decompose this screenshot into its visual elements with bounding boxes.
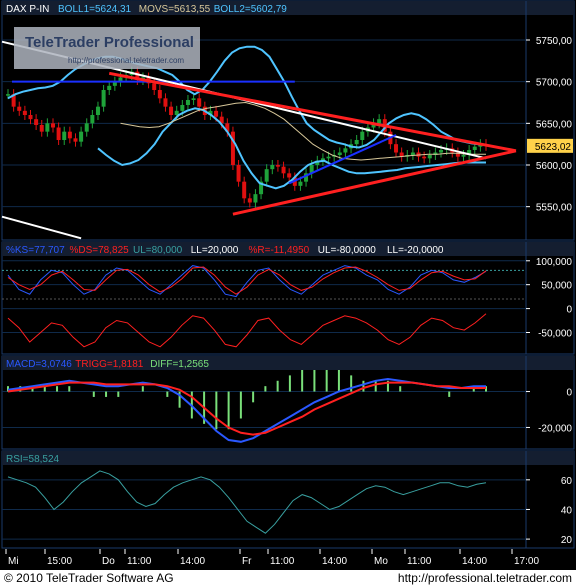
price-candle (45, 123, 50, 132)
price-legend-0: DAX P-IN (6, 4, 49, 15)
price-candle (264, 169, 269, 182)
price-legend-2: MOVS=5613,55 (139, 4, 211, 15)
price-candle (472, 146, 477, 150)
price-legend-3: BOLL2=5602,79 (214, 4, 288, 15)
price-tick-label: 5600,00 (536, 161, 573, 172)
price-candle (360, 131, 365, 140)
price-tick-label: 5700,00 (536, 78, 573, 89)
x-axis-tick-label: 11:00 (127, 556, 152, 567)
stochastic-tick-label: 100,000 (536, 257, 573, 268)
stochastic-legend-2: UL=80,000 (133, 245, 183, 256)
macd-legend-0: MACD=3,0746 (6, 359, 72, 370)
price-candle (191, 98, 196, 100)
price-candle (326, 156, 331, 159)
price-candle (6, 94, 10, 96)
stochastic-legend-1: %DS=78,825 (70, 245, 130, 256)
price-candle (185, 100, 190, 105)
x-axis-tick-label: 11:00 (407, 556, 432, 567)
price-candle (34, 119, 39, 125)
price-candle (439, 150, 444, 153)
price-candle (410, 152, 415, 155)
x-axis-tick-label: Mi (8, 556, 19, 567)
price-candle (377, 119, 382, 124)
price-tick-label: 5550,00 (536, 203, 573, 214)
price-candle (22, 110, 27, 115)
price-candle (152, 83, 157, 90)
stochastic-tick-label: -50,000 (538, 328, 572, 339)
rsi-tick-label: 20 (561, 535, 573, 546)
price-candle (169, 106, 174, 115)
rsi-panel (1, 450, 575, 549)
footer-url: http://professional.teletrader.com (398, 571, 572, 585)
price-candle (275, 165, 280, 167)
price-candle (461, 155, 466, 157)
x-axis-tick-label: Fr (242, 556, 252, 567)
price-tick-label: 5650,00 (536, 119, 573, 130)
price-candle (28, 115, 33, 120)
stochastic-legend-0: %KS=77,707 (6, 245, 65, 256)
x-axis-tick-label: 11:00 (270, 556, 295, 567)
price-candle (180, 105, 185, 111)
macd-legend-1: TRIGG=1,8181 (75, 359, 144, 370)
stochastic-legend-5: UL=-80,0000 (318, 245, 377, 256)
watermark-url: http://professional.teletrader.com (68, 56, 184, 65)
x-axis-tick-label: 17:00 (514, 556, 539, 567)
price-candle (163, 98, 168, 107)
price-tick-label: 5750,00 (536, 36, 573, 47)
stochastic-legend-4: %R=-11,4950 (249, 245, 310, 256)
x-axis-tick-label: Mo (374, 556, 388, 567)
price-candle (79, 131, 84, 142)
x-axis-tick-label: Do (102, 556, 115, 567)
price-candle (247, 198, 252, 203)
price-candle (236, 165, 241, 182)
price-candle (17, 106, 22, 111)
price-candle (422, 156, 427, 159)
price-candle (253, 194, 258, 203)
price-candle (281, 166, 286, 174)
trading-chart[interactable]: DAX P-IN BOLL1=5624,31 MOVS=5613,55 BOLL2=5… (0, 0, 576, 585)
x-axis-tick-label: 15:00 (47, 556, 72, 567)
price-candle (39, 125, 44, 132)
price-candle (298, 181, 303, 186)
stochastic-legend-6: LL=-20,0000 (387, 245, 444, 256)
last-price-label: 5623,02 (535, 142, 572, 153)
price-candle (50, 123, 55, 128)
price-candle (62, 131, 67, 140)
rsi-legend-0: RSI=58,524 (6, 454, 60, 465)
price-candle (56, 127, 61, 140)
price-legend-1: BOLL1=5624,31 (58, 4, 132, 15)
price-candle (337, 152, 342, 155)
price-candle (197, 98, 202, 107)
price-candle (287, 173, 292, 178)
rsi-tick-label: 60 (561, 476, 573, 487)
price-candle (242, 181, 247, 199)
price-candle (107, 85, 112, 90)
x-axis-tick-label: 14:00 (180, 556, 205, 567)
watermark-title: TeleTrader Professional (25, 34, 194, 51)
price-candle (354, 140, 359, 145)
price-candle (157, 90, 162, 99)
rsi-legend-bar (2, 451, 574, 465)
price-candle (343, 148, 348, 153)
stochastic-tick-label: 50,000 (541, 281, 572, 292)
price-candle (394, 144, 399, 153)
price-candle (101, 90, 106, 107)
price-candle (270, 165, 275, 170)
footer-copyright: © 2010 TeleTrader Software AG (4, 571, 174, 585)
macd-tick-label: -20,000 (538, 423, 572, 434)
price-candle (427, 155, 432, 159)
price-candle (73, 138, 78, 142)
stochastic-legend-3: LL=20,000 (191, 245, 239, 256)
price-candle (95, 106, 100, 115)
x-axis-tick-label: 14:00 (322, 556, 347, 567)
macd-tick-label: 0 (566, 388, 572, 399)
x-axis-tick-label: 14:00 (462, 556, 487, 567)
price-candle (214, 110, 219, 117)
price-candle (84, 123, 89, 132)
macd-legend-2: DIFF=1,2565 (150, 359, 209, 370)
rsi-tick-label: 40 (561, 505, 573, 516)
stochastic-tick-label: 0 (566, 305, 572, 316)
price-candle (67, 131, 72, 139)
price-candle (90, 115, 95, 124)
